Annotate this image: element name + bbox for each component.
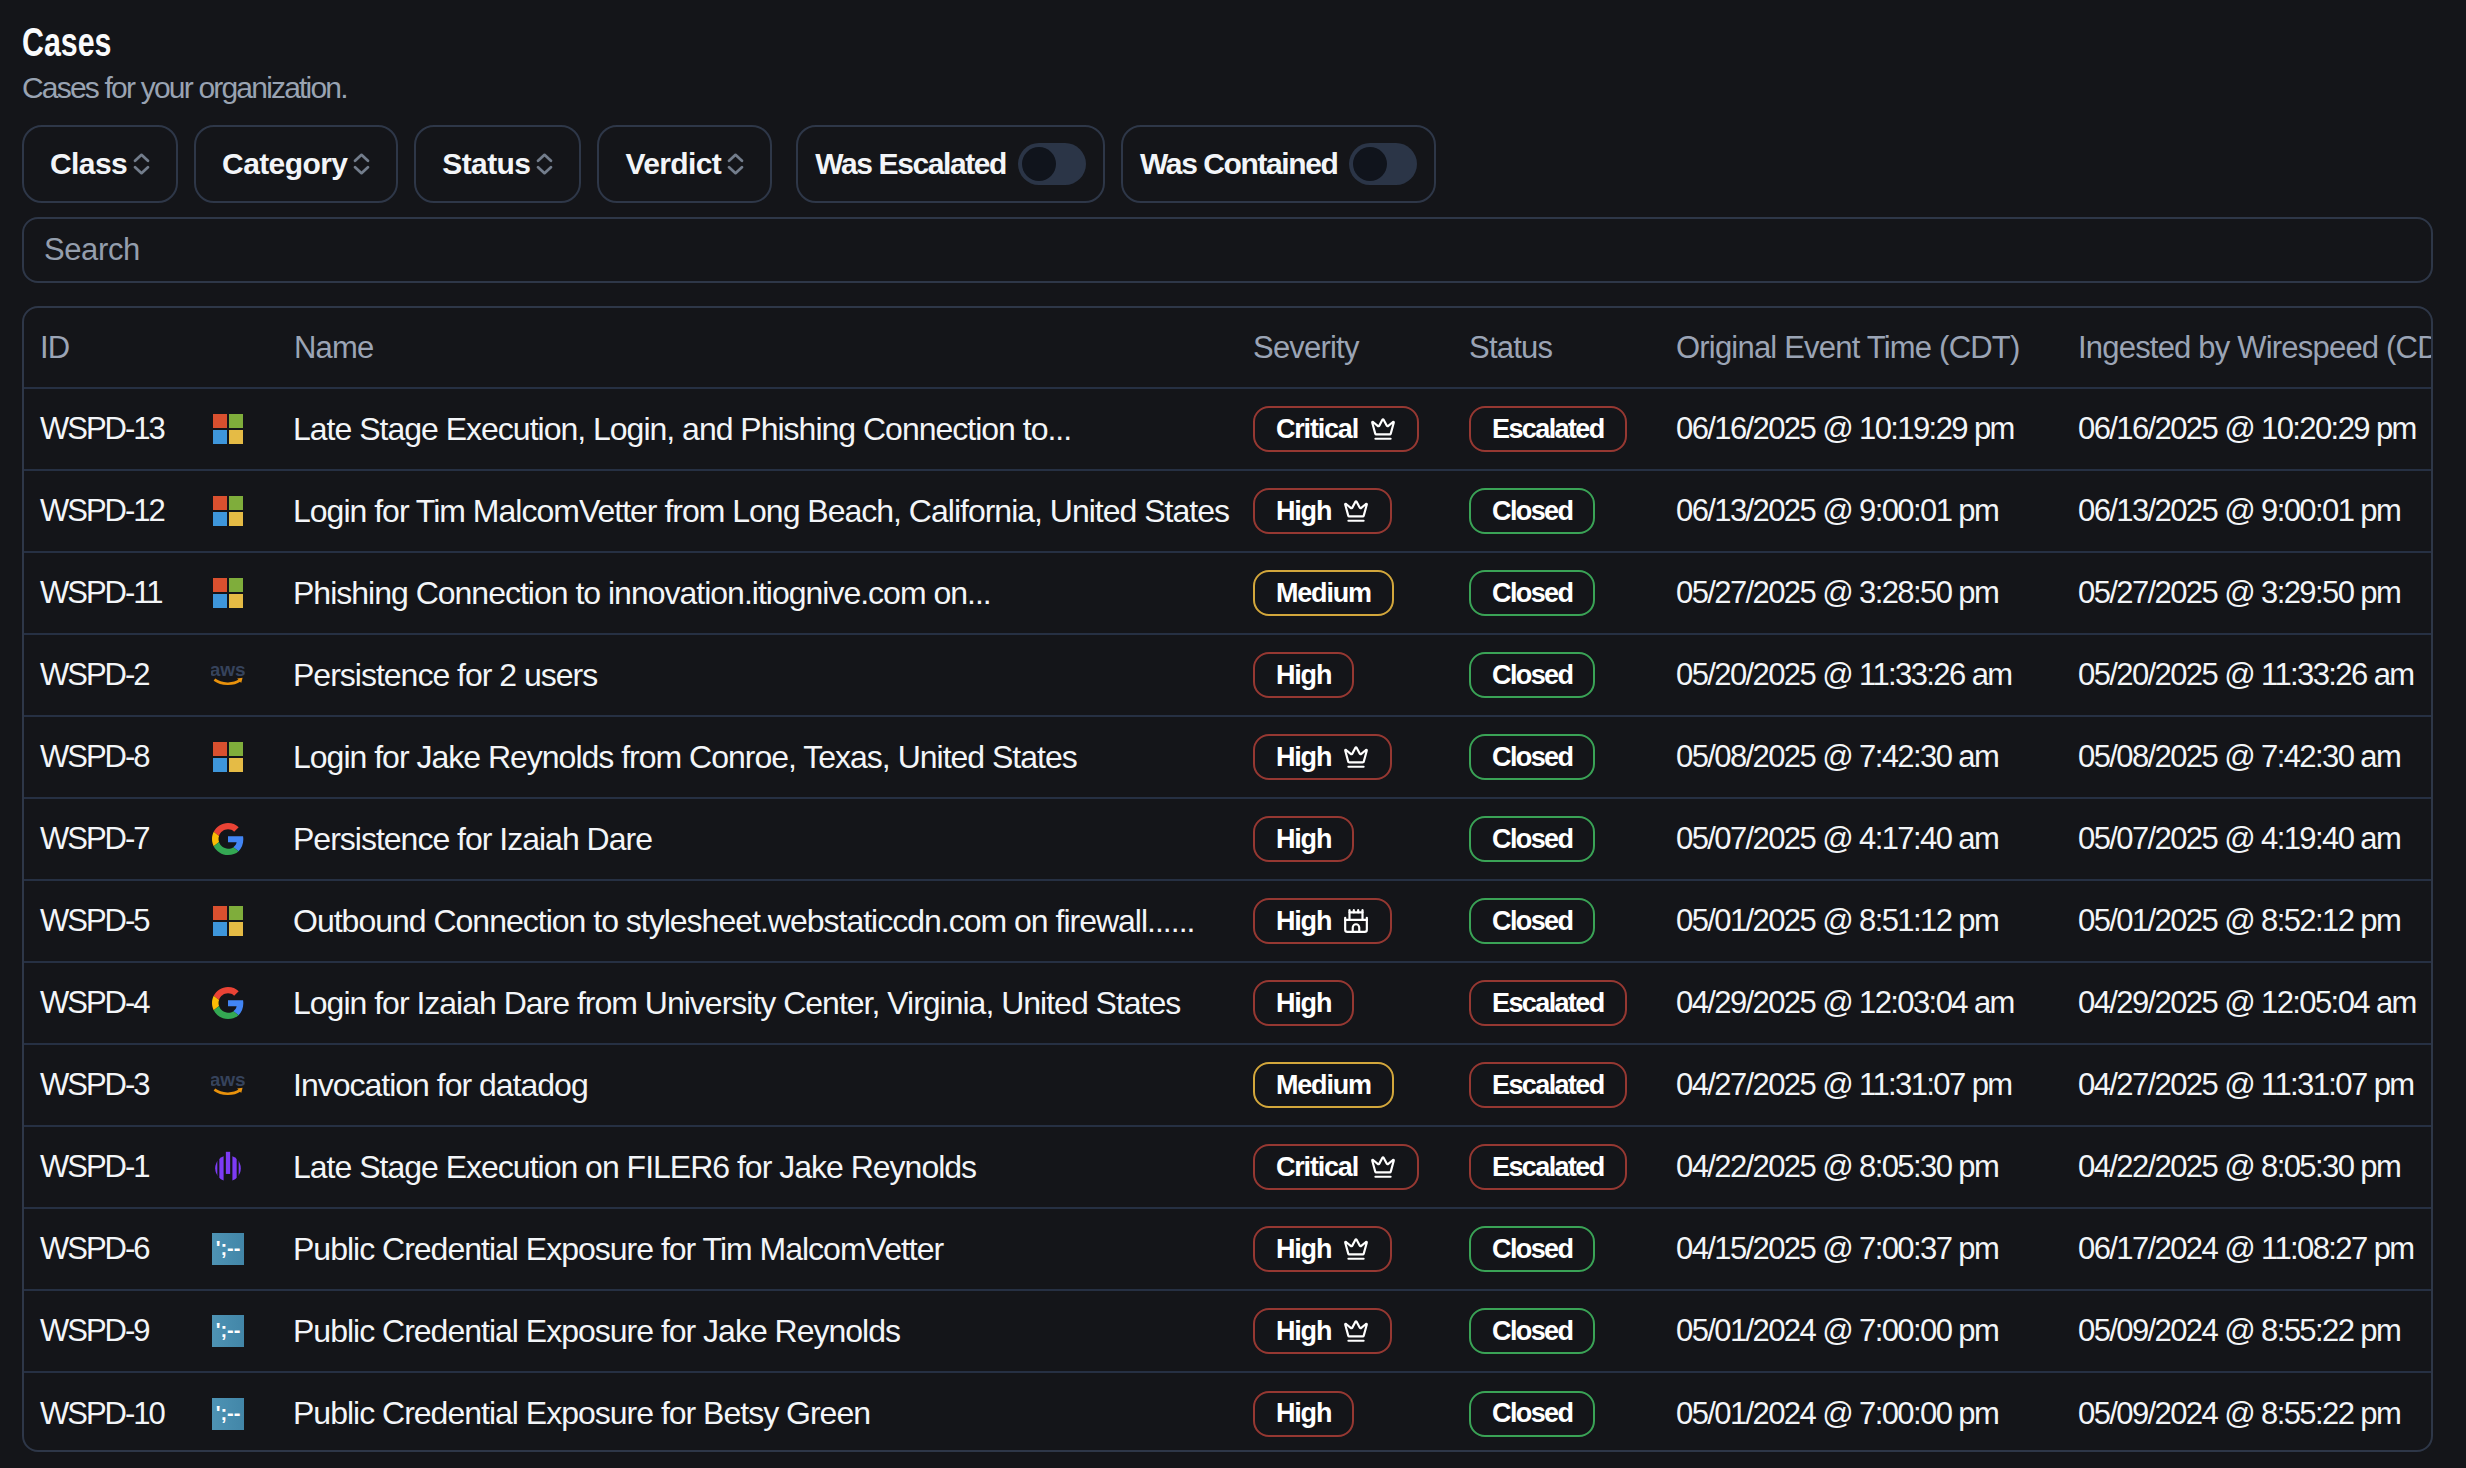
- svg-text:aws: aws: [211, 659, 245, 680]
- svg-text:aws: aws: [211, 1069, 245, 1090]
